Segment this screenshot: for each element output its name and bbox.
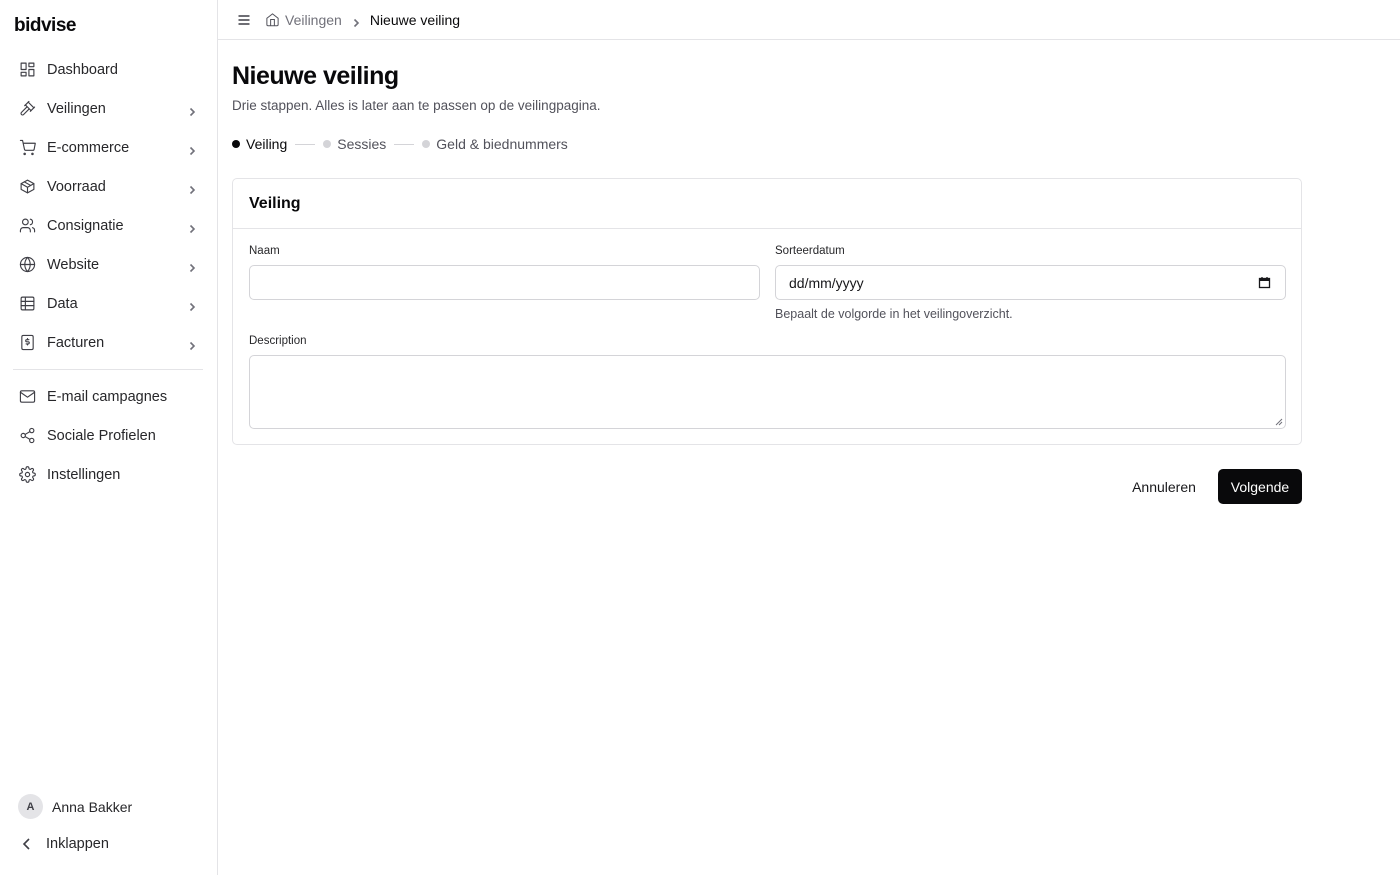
sidebar-item-label: Dashboard (47, 61, 118, 78)
sidebar-item-data[interactable]: Data (13, 284, 203, 323)
chevron-right-icon (187, 143, 197, 155)
globe-icon (19, 256, 36, 273)
step-label: Sessies (337, 136, 387, 152)
calendar-icon[interactable] (1258, 276, 1271, 289)
chevron-right-icon (187, 104, 197, 116)
sidebar-item-label: Website (47, 256, 100, 273)
sidebar-item-label: Facturen (47, 334, 105, 351)
sidebar-item-label: Veilingen (47, 100, 106, 117)
date-placeholder: dd/mm/yyyy (789, 274, 864, 291)
mail-icon (19, 388, 36, 405)
table-icon (19, 295, 36, 312)
chevron-left-icon (22, 838, 30, 850)
cart-icon (19, 139, 36, 156)
share-icon (19, 427, 36, 444)
next-button[interactable]: Volgende (1218, 469, 1302, 504)
step-label: Geld & biednummers (436, 136, 568, 152)
step-connector (394, 143, 415, 145)
package-icon (19, 178, 36, 195)
sidebar-item-dashboard[interactable]: Dashboard (13, 50, 203, 89)
gavel-icon (19, 100, 36, 117)
step-label: Veiling (246, 136, 288, 152)
step-indicator (323, 140, 332, 148)
collapse-label: Inklappen (46, 836, 109, 852)
avatar: A (18, 794, 43, 819)
naam-input[interactable] (249, 265, 760, 300)
sidebar-divider (13, 369, 203, 370)
stepper: Veiling Sessies Geld & biednummers (232, 136, 568, 152)
step-geld-biednummers[interactable]: Geld & biednummers (422, 136, 568, 152)
step-indicator (422, 140, 431, 148)
chevron-right-icon (187, 338, 197, 350)
breadcrumb-veilingen[interactable]: Veilingen (285, 12, 342, 28)
chevron-right-icon (187, 221, 197, 233)
chevron-right-icon (187, 260, 197, 272)
home-icon[interactable] (265, 12, 280, 27)
hamburger-icon (238, 14, 250, 25)
user-profile[interactable]: A Anna Bakker (18, 794, 132, 819)
breadcrumb-current: Nieuwe veiling (369, 11, 461, 28)
page-title: Nieuwe veiling (232, 62, 399, 90)
sidebar-item-consignatie[interactable]: Consignatie (13, 206, 203, 245)
user-name: Anna Bakker (52, 798, 133, 815)
sidebar-item-veilingen[interactable]: Veilingen (13, 89, 203, 128)
description-textarea[interactable] (249, 355, 1286, 429)
card-header: Veiling (233, 179, 1301, 229)
dashboard-icon (19, 61, 36, 78)
sorteerdatum-label: Sorteerdatum (775, 245, 845, 257)
sidebar: bidvise Dashboard Veilingen E-commerce V… (0, 0, 218, 875)
step-indicator (232, 140, 240, 148)
naam-label: Naam (249, 245, 280, 257)
description-label: Description (249, 335, 307, 347)
topbar: Veilingen Nieuwe veiling (218, 0, 1400, 40)
sidebar-item-label: E-commerce (47, 139, 130, 156)
menu-toggle-button[interactable] (236, 12, 252, 28)
veiling-card: Veiling Naam Sorteerdatum dd/mm/yyyy Bep… (232, 178, 1302, 445)
step-connector (295, 143, 316, 145)
sorteerdatum-input[interactable]: dd/mm/yyyy (775, 265, 1286, 300)
sidebar-item-label: Consignatie (47, 217, 124, 234)
users-icon (19, 217, 36, 234)
sidebar-item-e-commerce[interactable]: E-commerce (13, 128, 203, 167)
sidebar-item-voorraad[interactable]: Voorraad (13, 167, 203, 206)
sidebar-item-instellingen[interactable]: Instellingen (13, 455, 203, 494)
step-sessies[interactable]: Sessies (323, 136, 386, 152)
chevron-right-icon (187, 299, 197, 311)
app-logo[interactable]: bidvise (14, 15, 76, 37)
step-veiling[interactable]: Veiling (232, 136, 287, 152)
sidebar-item-label: Instellingen (47, 466, 121, 483)
invoice-icon (19, 334, 36, 351)
sidebar-item-facturen[interactable]: Facturen (13, 323, 203, 362)
sidebar-item-email-campagnes[interactable]: E-mail campagnes (13, 377, 203, 416)
sidebar-nav: Dashboard Veilingen E-commerce Voorraad … (13, 50, 203, 494)
sidebar-item-sociale-profielen[interactable]: Sociale Profielen (13, 416, 203, 455)
sidebar-item-label: Data (47, 295, 78, 312)
resize-handle-icon[interactable] (1275, 418, 1283, 426)
sorteerdatum-hint: Bepaalt de volgorde in het veilingoverzi… (775, 307, 1013, 321)
page-subtitle: Drie stappen. Alles is later aan te pass… (232, 98, 601, 113)
sidebar-item-label: E-mail campagnes (47, 388, 168, 405)
sidebar-item-label: Sociale Profielen (47, 427, 156, 444)
chevron-right-icon (351, 15, 361, 27)
chevron-right-icon (187, 182, 197, 194)
sidebar-item-website[interactable]: Website (13, 245, 203, 284)
card-title: Veiling (249, 194, 301, 212)
cancel-button[interactable]: Annuleren (1124, 469, 1204, 504)
sidebar-item-label: Voorraad (47, 178, 106, 195)
gear-icon (19, 466, 36, 483)
collapse-sidebar-button[interactable]: Inklappen (19, 836, 109, 852)
